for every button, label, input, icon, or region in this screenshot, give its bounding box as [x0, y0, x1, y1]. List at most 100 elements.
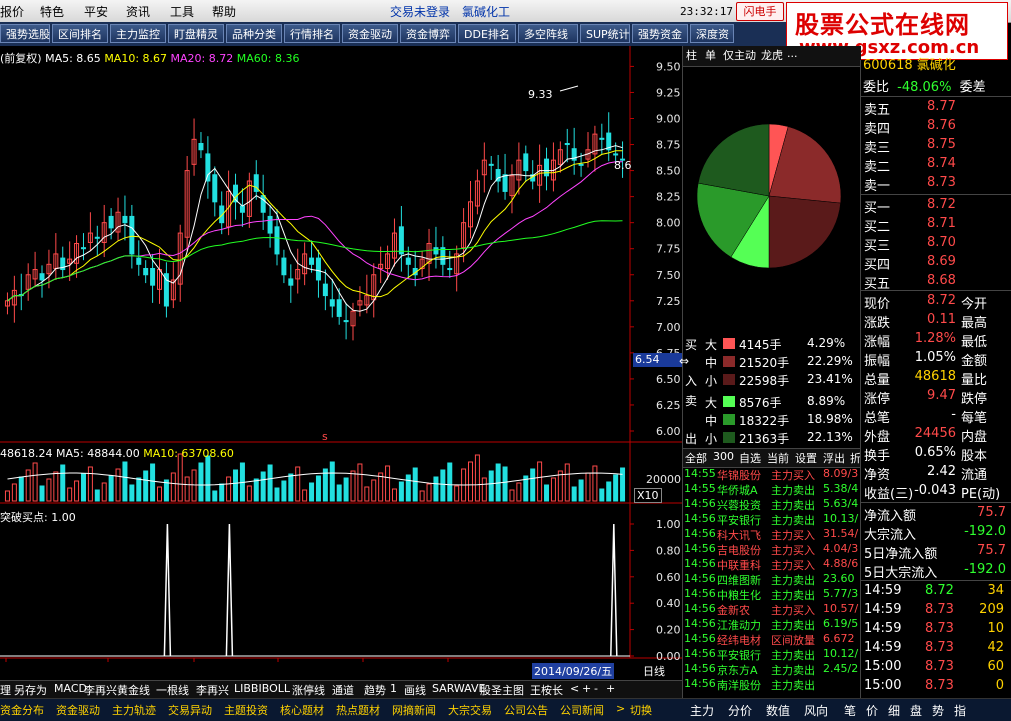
info-tab[interactable]: 热点题材	[336, 702, 380, 718]
ticker-row[interactable]: 14:56 四维图新 主力卖出 23.60	[683, 572, 861, 587]
menu-item[interactable]: 特色	[40, 3, 64, 20]
info-tab[interactable]: >	[616, 702, 625, 715]
ticker-row[interactable]: 14:55 华侨城A 主力卖出 5.38/4	[683, 482, 861, 497]
right-bottom-tab[interactable]: 指	[954, 702, 966, 719]
info-tab[interactable]: 网摘新闻	[392, 702, 436, 718]
ticker-list[interactable]: 14:55 华锦股份 主力买入 8.09/3 14:55 华侨城A 主力卖出 5.38/4 14…	[683, 467, 861, 697]
period-label[interactable]: 日线	[643, 663, 665, 679]
tab-single[interactable]: 单	[705, 47, 716, 63]
info-tab[interactable]: 资金分布	[0, 702, 44, 718]
info-tab[interactable]: 主题投资	[224, 702, 268, 718]
ticker-stock[interactable]: 华侨城A	[717, 482, 758, 497]
indicator-tab[interactable]: <	[570, 682, 579, 695]
info-tab[interactable]: 交易异动	[168, 702, 212, 718]
menu-item[interactable]: 工具	[170, 3, 194, 20]
right-bottom-tab[interactable]: 风向	[804, 702, 828, 719]
right-bottom-tab[interactable]: 细	[888, 702, 900, 719]
ticker-row[interactable]: 14:55 华锦股份 主力买入 8.09/3	[683, 467, 861, 482]
ticker-row[interactable]: 14:56 中粮生化 主力卖出 5.77/3	[683, 587, 861, 602]
ticker-row[interactable]: 14:56 经纬电材 区间放量 6.672	[683, 632, 861, 647]
indicator-tab[interactable]: 李再兴黄金线	[84, 682, 150, 698]
right-bottom-tab[interactable]: 数值	[766, 702, 790, 719]
ticker-stock[interactable]: 南洋股份	[717, 677, 761, 692]
ticker-stock[interactable]: 吉电股份	[717, 542, 761, 557]
ticker-stock[interactable]: 华锦股份	[717, 467, 761, 482]
info-tab[interactable]: 大宗交易	[448, 702, 492, 718]
kline-chart[interactable]: 9.50 9.25 9.00 8.75 8.50 8.25 8.00 7.75 7.50 7.25…	[0, 46, 682, 662]
ticker-stock[interactable]: 兴蓉投资	[717, 497, 761, 512]
indicator-tab[interactable]: 画线	[404, 682, 426, 698]
tab-active-only[interactable]: 仅主动	[723, 47, 756, 63]
ask-price[interactable]: 8.75	[927, 137, 956, 152]
indicator-tab[interactable]: 一根线	[156, 682, 189, 698]
toolbar-button-7[interactable]: 资金博弈	[400, 24, 456, 43]
bid-price[interactable]: 8.72	[927, 197, 956, 212]
indicator-tab[interactable]: -	[594, 682, 598, 695]
indicator-tab[interactable]: SARWAVE	[432, 682, 485, 695]
toolbar-button-10[interactable]: SUP统计	[580, 24, 630, 43]
indicator-tab[interactable]: +	[582, 682, 591, 695]
right-bottom-tab[interactable]: 价	[866, 702, 878, 719]
ticker-stock[interactable]: 平安银行	[717, 512, 761, 527]
toolbar-button-6[interactable]: 资金驱动	[342, 24, 398, 43]
tab-float[interactable]: 浮出	[823, 450, 845, 466]
ticker-stock[interactable]: 经纬电材	[717, 632, 761, 647]
info-tab[interactable]: 核心题材	[280, 702, 324, 718]
menu-item[interactable]: 帮助	[212, 3, 236, 20]
indicator-tab[interactable]: 通道	[332, 682, 354, 698]
ticker-stock[interactable]: 平安银行	[717, 647, 761, 662]
indicator-tab[interactable]: 1	[390, 682, 397, 695]
ticker-row[interactable]: 14:56 金新农 主力买入 10.57/	[683, 602, 861, 617]
right-bottom-tab[interactable]: 分价	[728, 702, 752, 719]
trade-login-status[interactable]: 交易未登录	[390, 3, 450, 20]
tab-bar-chart[interactable]: 柱	[686, 47, 697, 63]
toolbar-button-2[interactable]: 主力监控	[110, 24, 166, 43]
tab-watchlist[interactable]: 自选	[739, 450, 761, 466]
info-tab[interactable]: 公司新闻	[560, 702, 604, 718]
toolbar-button-12[interactable]: 深度资	[690, 24, 734, 43]
bid-price[interactable]: 8.71	[927, 216, 956, 231]
right-bottom-tab[interactable]: 盘	[910, 702, 922, 719]
expand-arrow-icon[interactable]: ⇔	[679, 354, 689, 368]
menu-item[interactable]: 报价	[0, 3, 24, 20]
toolbar-button-8[interactable]: DDE排名	[458, 24, 516, 43]
ask-price[interactable]: 8.73	[927, 175, 956, 190]
bid-price[interactable]: 8.70	[927, 235, 956, 250]
chart-area[interactable]: 9.50 9.25 9.00 8.75 8.50 8.25 8.00 7.75 7.50 7.25…	[0, 46, 683, 679]
toolbar-button-5[interactable]: 行情排名	[284, 24, 340, 43]
tab-more[interactable]: ...	[787, 47, 798, 60]
ticker-stock[interactable]: 金新农	[717, 602, 750, 617]
ticker-row[interactable]: 14:56 吉电股份 主力买入 4.04/3	[683, 542, 861, 557]
right-bottom-tab[interactable]: 主力	[690, 702, 714, 719]
info-tab[interactable]: 主力轨迹	[112, 702, 156, 718]
trade-ticks[interactable]: 14:59 8.72 34 14:59 8.73 209 14:59 8.73 10 14:59 8…	[861, 580, 1011, 699]
ticker-row[interactable]: 14:56 平安银行 主力卖出 10.13/	[683, 512, 861, 527]
ticker-stock[interactable]: 江淮动力	[717, 617, 761, 632]
ticker-row[interactable]: 14:56 中联重科 主力买入 4.88/6	[683, 557, 861, 572]
indicator-tab[interactable]: +	[606, 682, 615, 695]
info-tab[interactable]: 资金驱动	[56, 702, 100, 718]
menu-item[interactable]: 平安	[84, 3, 108, 20]
right-bottom-tab[interactable]: 笔	[844, 702, 856, 719]
toolbar-button-3[interactable]: 盯盘精灵	[168, 24, 224, 43]
info-tab[interactable]: 公司公告	[504, 702, 548, 718]
indicator-tab[interactable]: 涨停线	[292, 682, 325, 698]
indicator-tab[interactable]: 李再兴	[196, 682, 229, 698]
indicator-tab[interactable]: 趋势	[364, 682, 386, 698]
indicator-tab[interactable]: LIBBIBOLL	[234, 682, 290, 695]
tab-settings[interactable]: 设置	[795, 450, 817, 466]
ticker-stock[interactable]: 中粮生化	[717, 587, 761, 602]
ticker-row[interactable]: 14:56 兴蓉投资 主力卖出 5.63/4	[683, 497, 861, 512]
ask-price[interactable]: 8.74	[927, 156, 956, 171]
indicator-tab[interactable]: MACD	[54, 682, 87, 695]
toolbar-button-11[interactable]: 强势资金	[632, 24, 688, 43]
indicator-tab[interactable]: 理	[0, 682, 11, 698]
tab-dragon-tiger[interactable]: 龙虎	[761, 47, 783, 63]
flash-trade-button[interactable]: 闪电手	[736, 2, 784, 21]
toolbar-button-1[interactable]: 区间排名	[52, 24, 108, 43]
toolbar-button-9[interactable]: 多空阵线	[518, 24, 578, 43]
ticker-row[interactable]: 14:56 平安银行 主力卖出 10.12/	[683, 647, 861, 662]
indicator-tab[interactable]: 王桉长	[530, 682, 563, 698]
bid-price[interactable]: 8.69	[927, 254, 956, 269]
ticker-stock[interactable]: 京东方A	[717, 662, 758, 677]
